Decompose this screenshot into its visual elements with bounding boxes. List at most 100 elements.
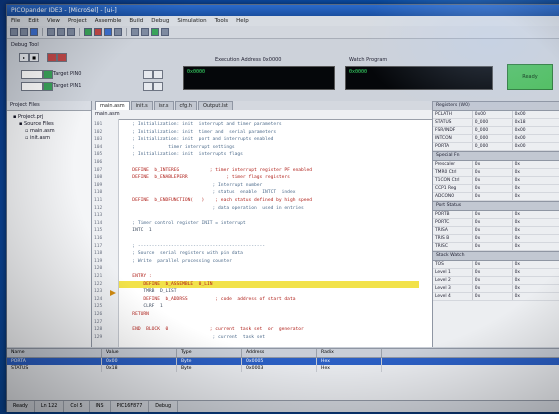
adjust-button[interactable] (143, 70, 153, 79)
column-header[interactable]: Name (7, 349, 102, 357)
watch-row[interactable]: PORTA 0_000 0x00 (433, 143, 559, 151)
watch-row[interactable]: INTCON 0_000 0x00 (433, 135, 559, 143)
tree-item[interactable]: ▪ Source Files (13, 121, 91, 128)
code-line[interactable]: RETURN (124, 312, 149, 317)
stop-target-button[interactable] (47, 53, 57, 62)
watch-section-header[interactable]: Special Fn (433, 151, 559, 161)
menu-item-file[interactable]: File (11, 18, 20, 24)
reset-icon[interactable] (114, 28, 122, 36)
menu-item-project[interactable]: Project (68, 18, 87, 24)
watch-section-header[interactable]: Port Status (433, 201, 559, 211)
adjust-button[interactable] (153, 70, 163, 79)
watch-row[interactable]: TRISA 0x 0x (433, 227, 559, 235)
menu-item-simulation[interactable]: Simulation (177, 18, 206, 24)
watch-row[interactable]: PCLATH 0x00 0x00 (433, 111, 559, 119)
watch-row[interactable]: TRIS B 0x 0x (433, 235, 559, 243)
menu-item-debug[interactable]: Debug (151, 18, 169, 24)
watch-row[interactable]: ADCON0 0x 0x (433, 193, 559, 201)
open-file-icon[interactable] (20, 28, 28, 36)
step-icon[interactable] (104, 28, 112, 36)
copy-icon[interactable] (57, 28, 65, 36)
code-line[interactable]: END BLOCK 0 ; current task set or genera… (124, 327, 303, 332)
pin1-input[interactable] (21, 82, 43, 91)
watch-row[interactable]: Level 4 0x 0x (433, 293, 559, 301)
code-area[interactable]: 101 ; Initialization: init interrupt and… (92, 119, 432, 347)
menu-item-build[interactable]: Build (129, 18, 143, 24)
editor-tab[interactable]: isr.s (153, 101, 174, 110)
code-line[interactable]: ; Interrupt number (124, 183, 263, 188)
tree-item[interactable]: ▪ Project.prj (13, 114, 91, 121)
run-icon[interactable] (84, 28, 92, 36)
watch-section-header[interactable]: Stack Watch (433, 251, 559, 261)
code-line[interactable]: ; data operation used in entries (124, 206, 304, 211)
pin0-toggle[interactable] (43, 70, 53, 79)
watch-row[interactable]: TMR0 Ctrl 0x 0x (433, 169, 559, 177)
tree-item[interactable]: ▫ init.asm (13, 135, 91, 142)
editor-tab[interactable]: Output.lst (197, 101, 233, 110)
menu-item-help[interactable]: Help (236, 18, 249, 24)
menu-item-edit[interactable]: Edit (28, 18, 39, 24)
panel-button[interactable]: ▸ (19, 53, 29, 62)
watch-row[interactable]: PORTC 0x 0x (433, 219, 559, 227)
column-header[interactable]: Type (177, 349, 242, 357)
editor-tab[interactable]: init.s (130, 101, 153, 110)
code-line[interactable]: TMRB D_LIST (124, 289, 176, 294)
paste-icon[interactable] (67, 28, 75, 36)
watch-row[interactable]: TRISC 0x 0x (433, 243, 559, 251)
code-line[interactable]: ; Write parallel processing counter (124, 259, 232, 264)
code-line[interactable]: ; Initialization: init timer and serial … (124, 130, 276, 135)
table-row[interactable]: STATUS 0x18 Byte 0x0003 Hex (7, 365, 559, 372)
watch-row[interactable]: CCP1 Reg 0x 0x (433, 185, 559, 193)
watch-row[interactable]: STATUS 0_000 0x18 (433, 119, 559, 127)
code-line[interactable]: ; Initialization: init interrupts flags (124, 152, 243, 157)
code-line[interactable]: ; Initialization: init port and interrup… (124, 137, 273, 142)
pin0-input[interactable] (21, 70, 43, 79)
code-line[interactable]: ; current task set (124, 335, 266, 340)
editor-tab[interactable]: main.asm (95, 101, 130, 110)
watch-row[interactable]: Prescaler 0x 0x (433, 161, 559, 169)
code-line[interactable]: CLRF 1 (124, 304, 162, 309)
watch-row[interactable]: Level 2 0x 0x (433, 277, 559, 285)
editor-tab[interactable]: cfg.h (174, 101, 197, 110)
stop-icon[interactable] (94, 28, 102, 36)
program-icon[interactable] (151, 28, 159, 36)
watch-row[interactable]: Level 1 0x 0x (433, 269, 559, 277)
halt-target-button[interactable] (57, 53, 67, 62)
settings-icon[interactable] (161, 28, 169, 36)
code-line[interactable]: DEFINE b_ASSEMBLE 0_LIN (124, 282, 212, 287)
code-line[interactable]: ENTRY : (124, 274, 151, 279)
execution-arrow-icon[interactable] (110, 281, 116, 297)
watch-row[interactable]: TOS 0x 0x (433, 261, 559, 269)
cut-icon[interactable] (47, 28, 55, 36)
code-line[interactable]: ; Timer control register INIT = interrup… (124, 221, 245, 226)
column-header[interactable]: Value (102, 349, 177, 357)
code-line[interactable]: ; --------------------------------------… (124, 244, 265, 249)
tree-item[interactable]: ▫ main.asm (13, 128, 91, 135)
new-file-icon[interactable] (10, 28, 18, 36)
save-icon[interactable] (30, 28, 38, 36)
debug-icon[interactable] (141, 28, 149, 36)
menu-item-assemble[interactable]: Assemble (95, 18, 122, 24)
watch-row[interactable]: T1CON Ctrl 0x 0x (433, 177, 559, 185)
code-line[interactable]: DEFINE b_ADDRSS ; code address of start … (124, 297, 295, 302)
table-row[interactable]: PORTA 0x00 Byte 0x0005 Hex (7, 358, 559, 365)
column-header[interactable]: Address (242, 349, 317, 357)
watch-row[interactable]: PORTB 0x 0x (433, 211, 559, 219)
code-line[interactable]: ; Initialization: init interrupt and tim… (124, 122, 281, 127)
watch-section-header[interactable]: Registers (W0) (433, 101, 559, 111)
column-header[interactable]: Radix (317, 349, 382, 357)
code-line[interactable]: DEFINE b_ENABLEPERR ; timer flags regist… (124, 175, 290, 180)
pin1-toggle[interactable] (43, 82, 53, 91)
menu-item-tools[interactable]: Tools (215, 18, 229, 24)
code-line[interactable]: DEFINE b_INTEREG ; timer interrupt regis… (124, 168, 312, 173)
code-line[interactable]: ; status enable INTCT index (124, 190, 296, 195)
panel-button[interactable]: ■ (29, 53, 39, 62)
code-line[interactable]: DEFINE b_ENDFUNCTION( ) ; each status de… (124, 198, 312, 203)
build-icon[interactable] (131, 28, 139, 36)
code-line[interactable]: ; Source serial registers with pin data (124, 251, 243, 256)
adjust-button[interactable] (143, 82, 153, 91)
watch-row[interactable]: Level 3 0x 0x (433, 285, 559, 293)
code-line[interactable]: INTC 1 (124, 228, 151, 233)
code-line[interactable]: ; timer interrupt settings (124, 145, 234, 150)
menu-item-view[interactable]: View (47, 18, 60, 24)
